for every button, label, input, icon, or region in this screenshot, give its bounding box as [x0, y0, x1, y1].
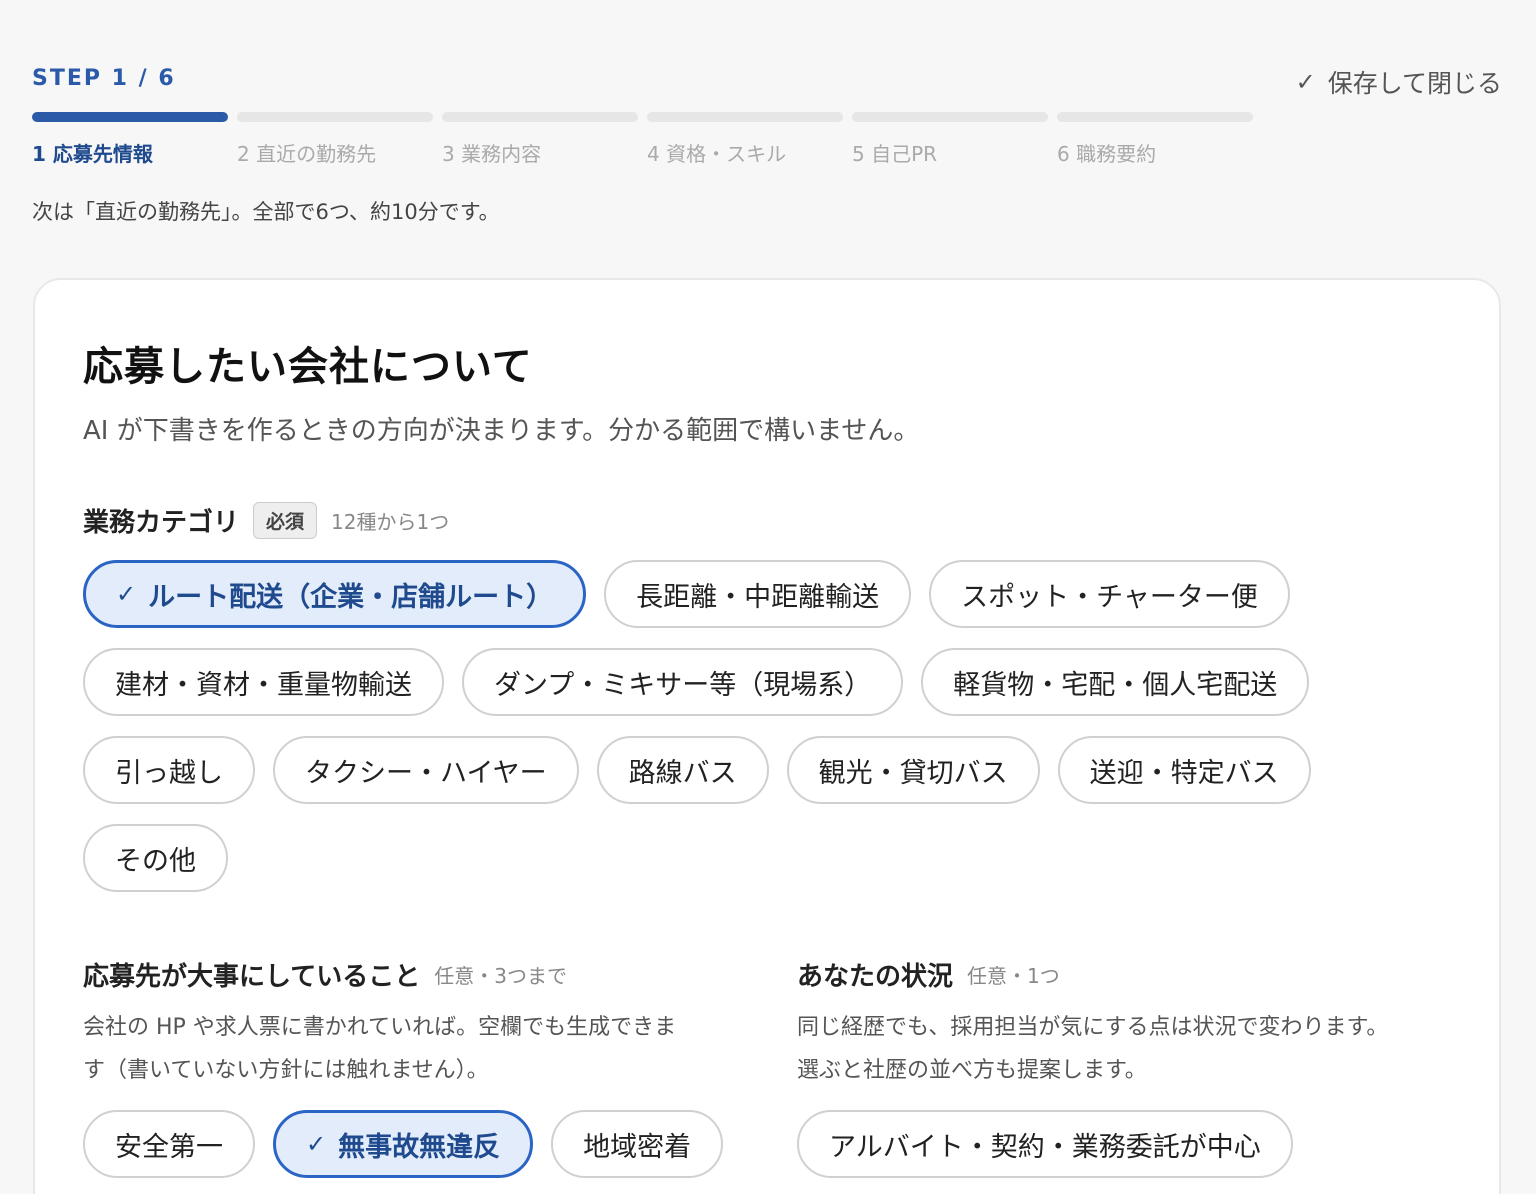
category-option-chip[interactable]: 長距離・中距離輸送	[604, 560, 912, 628]
category-option-chip[interactable]: 建材・資材・重量物輸送	[83, 648, 444, 716]
category-option-chip-label: 建材・資材・重量物輸送	[115, 669, 412, 701]
category-option-chip-label: 送迎・特定バス	[1089, 757, 1279, 789]
value-option-chip-label: 地域密着	[583, 1131, 692, 1163]
situation-description-line: 同じ経歴でも、採用担当が気にする点は状況で変わります。	[797, 1015, 1389, 1040]
category-option-chip[interactable]: 観光・貸切バス	[786, 736, 1040, 804]
values-label: 応募先が大事にしていること	[83, 962, 421, 992]
values-field-header: 応募先が大事にしていること 任意・3つまで	[83, 956, 567, 993]
category-option-chip[interactable]: スポット・チャーター便	[929, 560, 1290, 628]
check-icon: ✓	[116, 580, 137, 608]
value-option-chip-label: 無事故無違反	[338, 1131, 501, 1163]
category-option-chip[interactable]: 送迎・特定バス	[1057, 736, 1311, 804]
category-option-chip[interactable]: その他	[83, 824, 228, 892]
values-description-line: す（書いていない方針には触れません）。	[83, 1058, 489, 1083]
category-option-chip-label: ダンプ・ミキサー等（現場系）	[494, 669, 872, 701]
situation-option-chip-label: アルバイト・契約・業務委託が中心	[829, 1131, 1261, 1163]
step-name-5[interactable]: 5 自己PR	[852, 138, 1048, 167]
category-field-header: 業務カテゴリ 必須 12種から1つ	[83, 502, 449, 539]
category-option-chip[interactable]: ダンプ・ミキサー等（現場系）	[462, 648, 904, 716]
step-name-3[interactable]: 3 業務内容	[442, 138, 638, 167]
progress-segment-4	[647, 112, 843, 122]
situation-label: あなたの状況	[797, 962, 954, 992]
step-name-6[interactable]: 6 職務要約	[1057, 138, 1253, 167]
progress-segment-3	[442, 112, 638, 122]
situation-description-line: 選ぶと社歴の並べ方も提案します。	[797, 1058, 1147, 1083]
category-options: ✓ ルート配送（企業・店舗ルート） 長距離・中距離輸送 スポット・チャーター便建材・資…	[83, 560, 1383, 892]
category-option-chip-label: スポット・チャーター便	[961, 581, 1258, 613]
wizard-page: STEP 1 / 6 ✓ 保存して閉じる 1 応募先情報 2 直近の勤務先 3 …	[0, 0, 1536, 1194]
category-label: 業務カテゴリ	[83, 508, 240, 538]
save-close-label: 保存して閉じる	[1327, 69, 1502, 98]
category-option-chip-label: 引っ越し	[115, 757, 223, 789]
card-title: 応募したい会社について	[83, 344, 533, 390]
step-names: 1 応募先情報 2 直近の勤務先 3 業務内容 4 資格・スキル 5 自己PR …	[32, 138, 1253, 167]
category-note: 12種から1つ	[331, 510, 450, 534]
step-name-2[interactable]: 2 直近の勤務先	[237, 138, 433, 167]
situation-option-chip[interactable]: アルバイト・契約・業務委託が中心	[797, 1110, 1293, 1178]
category-option-chip-label: 観光・貸切バス	[818, 757, 1008, 789]
required-badge: 必須	[253, 502, 318, 539]
values-description: 会社の HP や求人票に書かれていれば。空欄でも生成できま す（書いていない方針…	[83, 1006, 743, 1092]
category-option-chip[interactable]: 路線バス	[596, 736, 769, 804]
category-option-chip-label: ルート配送（企業・店舗ルート）	[148, 581, 554, 613]
next-step-hint: 次は「直近の勤務先」。全部で6つ、約10分です。	[32, 200, 500, 224]
progress-segment-2	[237, 112, 433, 122]
progress-segment-5	[852, 112, 1048, 122]
category-option-chip-label: 長距離・中距離輸送	[636, 581, 880, 613]
category-option-chip-selected[interactable]: ✓ ルート配送（企業・店舗ルート）	[83, 560, 587, 628]
check-icon: ✓	[306, 1130, 327, 1158]
category-option-chip-label: タクシー・ハイヤー	[305, 757, 547, 789]
category-option-chip[interactable]: タクシー・ハイヤー	[273, 736, 579, 804]
step-name-1[interactable]: 1 応募先情報	[32, 138, 228, 167]
category-option-chip-label: その他	[115, 845, 196, 877]
check-icon: ✓	[1295, 68, 1316, 96]
progress-segment-1	[32, 112, 228, 122]
values-note: 任意・3つまで	[434, 964, 567, 988]
step-indicator: STEP 1 / 6	[32, 66, 176, 91]
situation-options: アルバイト・契約・業務委託が中心	[797, 1110, 1477, 1178]
values-description-line: 会社の HP や求人票に書かれていれば。空欄でも生成できま	[83, 1015, 677, 1040]
category-option-chip-label: 路線バス	[628, 757, 737, 789]
value-option-chip-label: 安全第一	[115, 1131, 223, 1163]
situation-field-header: あなたの状況 任意・1つ	[797, 956, 1060, 993]
card-description: AI が下書きを作るときの方向が決まります。分かる範囲で構いません。	[83, 416, 920, 446]
progress-segment-6	[1057, 112, 1253, 122]
category-option-chip[interactable]: 引っ越し	[83, 736, 255, 804]
progress-bar	[32, 112, 1253, 122]
values-options: 安全第一 ✓ 無事故無違反 地域密着	[83, 1110, 783, 1178]
category-option-chip-label: 軽貨物・宅配・個人宅配送	[953, 669, 1278, 701]
save-close-button[interactable]: ✓ 保存して閉じる	[1296, 64, 1502, 100]
step-name-4[interactable]: 4 資格・スキル	[647, 138, 843, 167]
situation-description: 同じ経歴でも、採用担当が気にする点は状況で変わります。 選ぶと社歴の並べ方も提案…	[797, 1006, 1477, 1092]
value-option-chip-selected[interactable]: ✓ 無事故無違反	[273, 1110, 534, 1178]
category-option-chip[interactable]: 軽貨物・宅配・個人宅配送	[921, 648, 1310, 716]
form-card: 応募したい会社について AI が下書きを作るときの方向が決まります。分かる範囲で…	[33, 278, 1501, 1194]
value-option-chip[interactable]: 安全第一	[83, 1110, 255, 1178]
situation-note: 任意・1つ	[967, 964, 1060, 988]
value-option-chip[interactable]: 地域密着	[551, 1110, 724, 1178]
